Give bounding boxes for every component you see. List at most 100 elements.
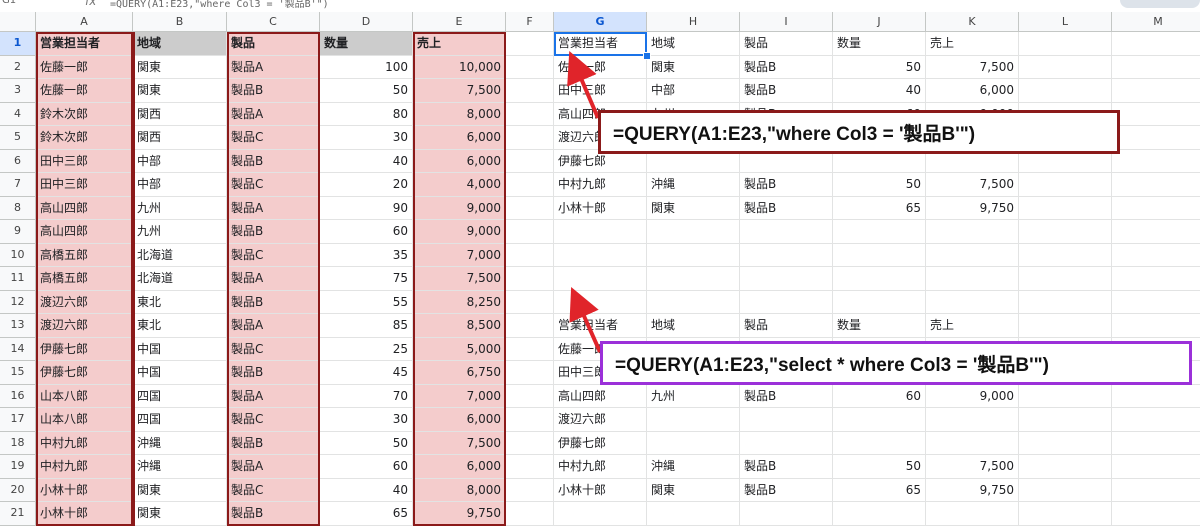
source-data-cell[interactable]: 四国 [133,408,227,432]
result2-data-cell[interactable] [926,431,1019,455]
result2-data-cell[interactable]: 九州 [647,384,740,408]
result2-header-cell[interactable]: 製品 [740,314,833,338]
source-data-cell[interactable]: 9,750 [413,502,506,526]
column-header-k[interactable]: K [926,12,1019,32]
source-data-cell[interactable]: 小林十郎 [36,478,133,502]
column-header-m[interactable]: M [1112,12,1200,32]
result2-data-cell[interactable]: 9,750 [926,478,1019,502]
source-data-cell[interactable]: 製品C [227,126,320,150]
grid-cell[interactable] [506,314,554,338]
row-header-7[interactable]: 7 [0,173,36,197]
result1-data-cell[interactable]: 40 [833,79,926,103]
source-data-cell[interactable]: 製品B [227,431,320,455]
grid-cell[interactable] [1112,197,1200,220]
source-data-cell[interactable]: 65 [320,502,413,526]
source-data-cell[interactable]: 製品A [227,267,320,291]
result2-data-cell[interactable]: 9,000 [926,384,1019,408]
grid-cell[interactable] [506,408,554,432]
result1-data-cell[interactable]: 佐藤一郎 [554,55,647,79]
cell-reference[interactable]: G1 [2,0,16,6]
source-data-cell[interactable]: 山本八郎 [36,384,133,408]
grid-cell[interactable] [554,220,647,244]
grid-cell[interactable] [1112,291,1200,314]
grid-cell[interactable] [647,502,740,526]
grid-cell[interactable] [1112,173,1200,197]
source-data-cell[interactable]: 5,000 [413,337,506,361]
grid-cell[interactable] [926,243,1019,267]
source-data-cell[interactable]: 伊藤七郎 [36,361,133,385]
source-data-cell[interactable]: 製品B [227,220,320,244]
grid-cell[interactable] [647,290,740,314]
grid-cell[interactable] [1019,196,1112,220]
source-data-cell[interactable]: 10,000 [413,55,506,79]
column-header-c[interactable]: C [227,12,320,32]
result2-data-cell[interactable]: 中村九郎 [554,455,647,479]
result1-data-cell[interactable]: 製品B [740,173,833,197]
source-data-cell[interactable]: 8,250 [413,290,506,314]
grid-cell[interactable] [1019,408,1112,432]
source-header-cell[interactable]: 製品 [227,32,320,56]
row-header-6[interactable]: 6 [0,149,36,173]
grid-cell[interactable] [506,55,554,79]
grid-cell[interactable] [1112,103,1200,126]
source-data-cell[interactable]: 中国 [133,361,227,385]
column-header-b[interactable]: B [133,12,227,32]
grid-cell[interactable] [647,220,740,244]
source-data-cell[interactable]: 高橋五郎 [36,243,133,267]
result2-header-cell[interactable]: 営業担当者 [554,314,647,338]
source-data-cell[interactable]: 8,000 [413,478,506,502]
row-header-4[interactable]: 4 [0,102,36,126]
grid-cell[interactable] [506,149,554,173]
result2-data-cell[interactable]: 関東 [647,478,740,502]
grid-cell[interactable] [740,243,833,267]
row-header-17[interactable]: 17 [0,408,36,432]
result2-data-cell[interactable]: 65 [833,478,926,502]
source-data-cell[interactable]: 製品A [227,384,320,408]
result2-data-cell[interactable]: 小林十郎 [554,478,647,502]
result1-data-cell[interactable]: 田中三郎 [554,79,647,103]
grid-cell[interactable] [1112,314,1200,338]
result2-data-cell[interactable]: 製品B [740,384,833,408]
source-header-cell[interactable]: 売上 [413,32,506,56]
grid-cell[interactable] [506,32,554,56]
result1-data-cell[interactable]: 7,500 [926,173,1019,197]
source-data-cell[interactable]: 山本八郎 [36,408,133,432]
grid-cell[interactable] [833,267,926,291]
source-data-cell[interactable]: 9,000 [413,220,506,244]
column-header-f[interactable]: F [506,12,554,32]
grid-cell[interactable] [740,502,833,526]
result2-data-cell[interactable]: 7,500 [926,455,1019,479]
grid-cell[interactable] [506,337,554,361]
grid-cell[interactable] [1019,431,1112,455]
source-data-cell[interactable]: 75 [320,267,413,291]
source-data-cell[interactable]: 中部 [133,149,227,173]
fill-handle[interactable] [643,51,651,60]
result1-data-cell[interactable]: 7,500 [926,55,1019,79]
source-data-cell[interactable]: 製品C [227,337,320,361]
grid-cell[interactable] [1019,502,1112,526]
result1-data-cell[interactable]: 65 [833,196,926,220]
grid-cell[interactable] [926,502,1019,526]
source-data-cell[interactable]: 中部 [133,173,227,197]
result1-header-cell[interactable]: 営業担当者 [554,32,647,56]
column-header-a[interactable]: A [36,12,133,32]
grid-cell[interactable] [506,220,554,244]
source-data-cell[interactable]: 高山四郎 [36,196,133,220]
grid-cell[interactable] [1019,173,1112,197]
grid-cell[interactable] [506,290,554,314]
grid-cell[interactable] [1112,385,1200,408]
source-data-cell[interactable]: 25 [320,337,413,361]
result2-data-cell[interactable]: 伊藤七郎 [554,431,647,455]
source-data-cell[interactable]: 関東 [133,55,227,79]
grid-cell[interactable] [1112,432,1200,455]
column-header-e[interactable]: E [413,12,506,32]
column-header-l[interactable]: L [1019,12,1112,32]
source-data-cell[interactable]: 90 [320,196,413,220]
source-data-cell[interactable]: 55 [320,290,413,314]
source-data-cell[interactable]: 6,000 [413,149,506,173]
source-data-cell[interactable]: 製品B [227,502,320,526]
source-data-cell[interactable]: 40 [320,478,413,502]
source-data-cell[interactable]: 70 [320,384,413,408]
select-all-corner[interactable] [0,12,36,32]
source-data-cell[interactable]: 20 [320,173,413,197]
